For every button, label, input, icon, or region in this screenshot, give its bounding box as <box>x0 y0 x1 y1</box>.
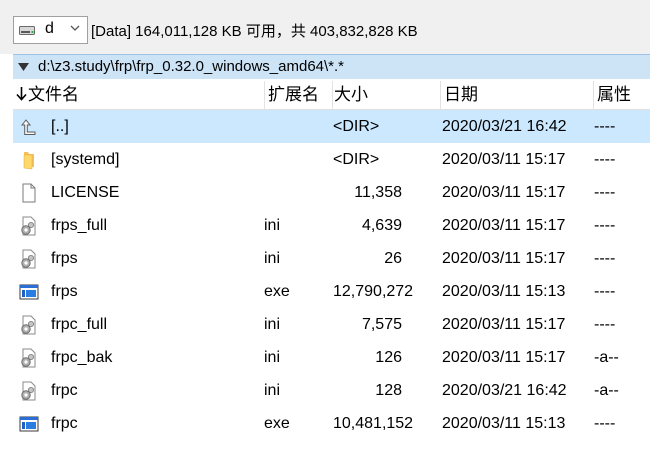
file-manager-panel: d [Data] 164,011,128 KB 可用，共 403,832,828… <box>0 0 650 456</box>
file-date: 2020/03/11 15:17 <box>442 217 566 234</box>
file-row[interactable]: frps exe 12,790,272 2020/03/11 15:13 ---… <box>13 275 650 308</box>
file-attr: ---- <box>594 184 616 201</box>
file-date: 2020/03/11 15:17 <box>442 184 566 201</box>
column-header-name[interactable]: 文件名 <box>16 81 263 109</box>
file-row[interactable]: frpc_bak ini 126 2020/03/11 15:17 -a-- <box>13 341 650 374</box>
drive-icon <box>19 26 35 35</box>
file-size: 4,639 <box>361 217 402 234</box>
file-ext: ini <box>264 316 281 333</box>
file-name: frpc <box>51 415 78 432</box>
file-size: <DIR> <box>333 118 380 135</box>
file-row[interactable]: frps_full ini 4,639 2020/03/11 15:17 ---… <box>13 209 650 242</box>
blank-file-icon <box>22 183 36 203</box>
drive-space-info: [Data] 164,011,128 KB 可用，共 403,832,828 K… <box>91 23 418 40</box>
column-header-name-label: 文件名 <box>28 85 79 104</box>
drive-letter: d <box>45 20 54 37</box>
drive-bar: d [Data] 164,011,128 KB 可用，共 403,832,828… <box>0 0 650 54</box>
file-attr: ---- <box>594 283 616 300</box>
file-ext: ini <box>264 250 281 267</box>
up-arrow-icon <box>20 119 36 135</box>
column-header-attr-label: 属性 <box>597 85 631 104</box>
file-name: [..] <box>51 118 69 135</box>
file-attr: ---- <box>594 217 616 234</box>
file-name: frpc_full <box>51 316 108 333</box>
file-attr: -a-- <box>594 382 619 399</box>
file-row[interactable]: frpc_full ini 7,575 2020/03/11 15:17 ---… <box>13 308 650 341</box>
file-size: 128 <box>375 382 402 399</box>
file-attr: ---- <box>594 316 616 333</box>
file-ext: ini <box>264 382 281 399</box>
file-date: 2020/03/11 15:13 <box>442 415 566 432</box>
file-size: 10,481,152 <box>333 415 414 432</box>
executable-icon <box>19 416 39 432</box>
sort-down-arrow-icon <box>16 87 27 101</box>
file-row[interactable]: frps ini 26 2020/03/11 15:17 ---- <box>13 242 650 275</box>
column-header-date[interactable]: 日期 <box>440 81 593 109</box>
column-header-size[interactable]: 大小 <box>332 81 440 109</box>
file-name: LICENSE <box>51 184 120 201</box>
file-size: 11,358 <box>354 184 402 201</box>
path-bar[interactable]: d:\z3.study\frp\frp_0.32.0_windows_amd64… <box>13 54 650 79</box>
column-header-date-label: 日期 <box>444 85 478 104</box>
file-list: [..] <DIR> 2020/03/21 16:42 ---- [system… <box>13 110 650 456</box>
file-ext: ini <box>264 349 281 366</box>
file-name: frpc_bak <box>51 349 113 366</box>
file-date: 2020/03/11 15:17 <box>442 151 566 168</box>
file-attr: ---- <box>594 250 616 267</box>
file-size: 126 <box>375 349 402 366</box>
file-size: <DIR> <box>333 151 380 168</box>
file-size: 7,575 <box>361 316 402 333</box>
history-dropdown-icon[interactable] <box>18 63 29 71</box>
file-name: frps_full <box>51 217 108 234</box>
file-row[interactable]: frpc exe 10,481,152 2020/03/11 15:13 ---… <box>13 407 650 440</box>
file-date: 2020/03/11 15:13 <box>442 283 566 300</box>
folder-icon <box>23 152 34 170</box>
file-ext: exe <box>264 415 290 432</box>
current-path: d:\z3.study\frp\frp_0.32.0_windows_amd64… <box>38 58 345 75</box>
file-row[interactable]: [..] <DIR> 2020/03/21 16:42 ---- <box>13 110 650 143</box>
file-attr: ---- <box>594 151 616 168</box>
file-date: 2020/03/11 15:17 <box>442 250 566 267</box>
settings-file-icon <box>21 249 36 269</box>
file-attr: ---- <box>594 118 616 135</box>
file-attr: -a-- <box>594 349 619 366</box>
file-ext: exe <box>264 283 290 300</box>
column-header-ext-label: 扩展名 <box>268 85 319 104</box>
file-date: 2020/03/21 16:42 <box>442 118 567 135</box>
file-size: 26 <box>384 250 402 267</box>
file-row[interactable]: frpc ini 128 2020/03/21 16:42 -a-- <box>13 374 650 407</box>
column-header-attr[interactable]: 属性 <box>593 81 650 109</box>
file-row[interactable]: [systemd] <DIR> 2020/03/11 15:17 ---- <box>13 143 650 176</box>
file-date: 2020/03/11 15:17 <box>442 349 566 366</box>
file-row[interactable]: LICENSE 11,358 2020/03/11 15:17 ---- <box>13 176 650 209</box>
file-date: 2020/03/21 16:42 <box>442 382 567 399</box>
chevron-down-icon <box>70 25 80 31</box>
settings-file-icon <box>21 315 36 335</box>
file-ext: ini <box>264 217 281 234</box>
file-name: frps <box>51 283 78 300</box>
column-header-size-label: 大小 <box>334 85 368 104</box>
column-header-ext[interactable]: 扩展名 <box>264 81 332 109</box>
drive-selector[interactable]: d <box>13 16 88 44</box>
settings-file-icon <box>21 348 36 368</box>
column-header: 文件名 扩展名 大小 日期 属性 <box>13 81 650 110</box>
settings-file-icon <box>21 381 36 401</box>
file-size: 12,790,272 <box>333 283 414 300</box>
file-name: frps <box>51 250 78 267</box>
file-name: frpc <box>51 382 78 399</box>
file-name: [systemd] <box>51 151 120 168</box>
file-attr: ---- <box>594 415 616 432</box>
settings-file-icon <box>21 216 36 236</box>
file-date: 2020/03/11 15:17 <box>442 316 566 333</box>
executable-icon <box>19 284 39 300</box>
